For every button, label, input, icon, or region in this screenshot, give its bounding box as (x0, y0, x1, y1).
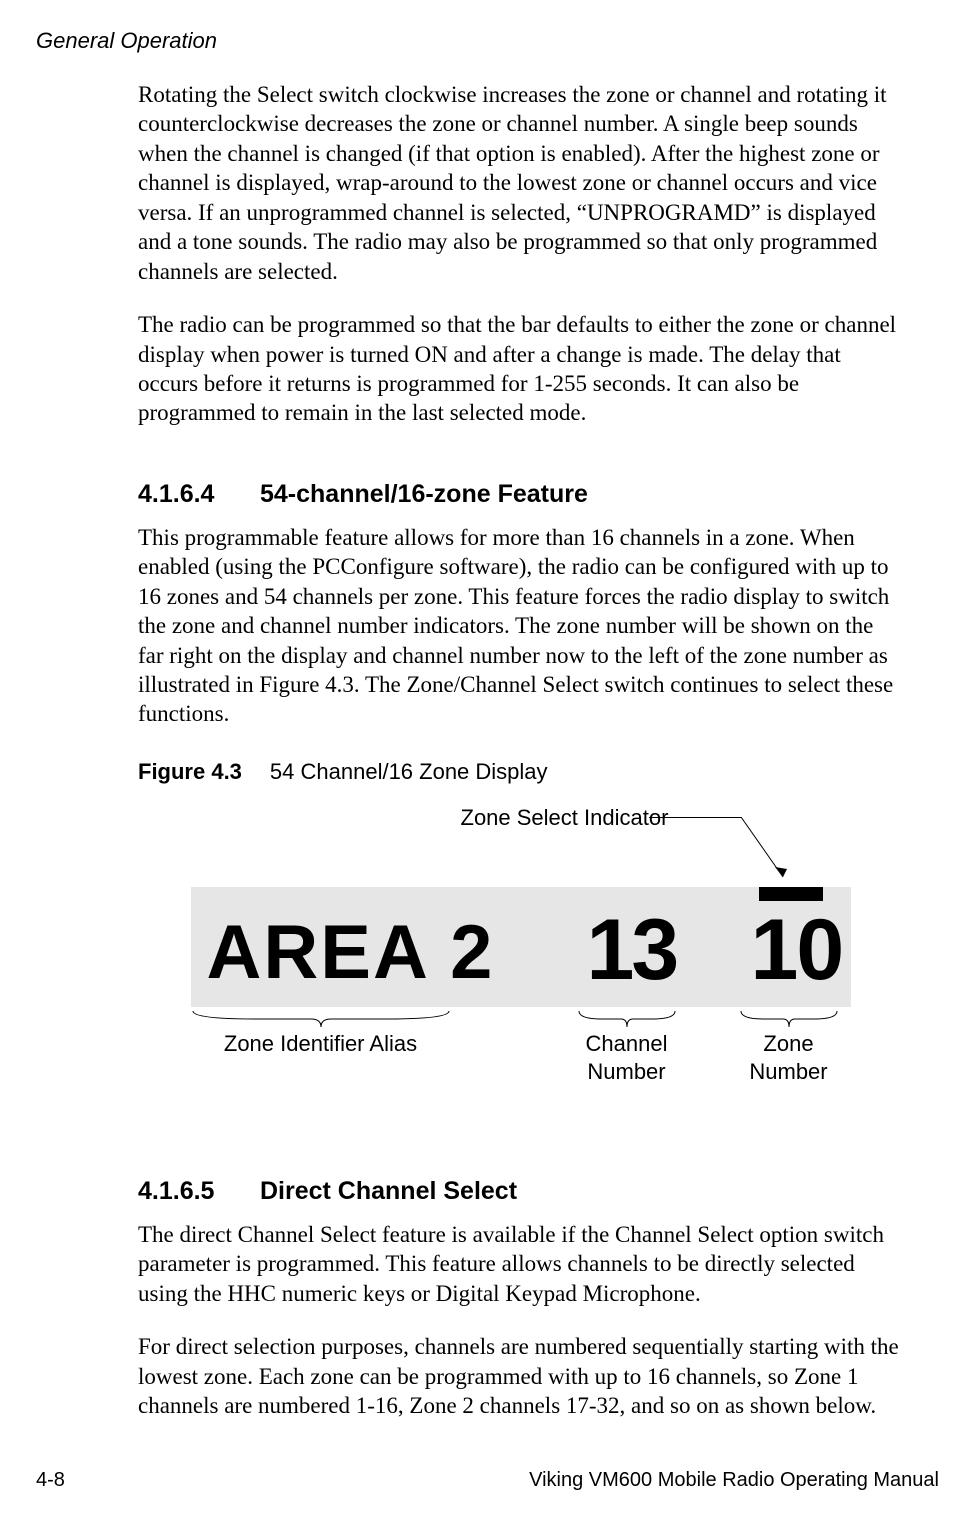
brace-zone-alias: Zone Identifier Alias (191, 1009, 451, 1057)
paragraph-1: Rotating the Select switch clockwise inc… (138, 80, 903, 286)
section-heading-4-1-6-5: 4.1.6.5Direct Channel Select (138, 1177, 903, 1206)
brace-zone: Zone Number (739, 1009, 839, 1086)
lcd-zone-number: 10 (751, 901, 843, 1000)
book-title: Viking VM600 Mobile Radio Operating Manu… (529, 1469, 939, 1492)
figure-caption-4-3: Figure 4.3 54 Channel/16 Zone Display (138, 759, 903, 785)
section-4-1-6-5-body-2: For direct selection purposes, channels … (138, 1332, 903, 1420)
lcd-zone-alias: AREA 2 (207, 909, 495, 996)
lcd-channel-number: 13 (587, 901, 677, 1000)
zone-select-indicator-bar (759, 887, 823, 901)
brace-icon (739, 1009, 839, 1029)
figure-title: 54 Channel/16 Zone Display (270, 759, 548, 784)
brace-label-zone-alias: Zone Identifier Alias (191, 1031, 451, 1057)
brace-icon (191, 1009, 451, 1029)
brace-channel: Channel Number (577, 1009, 677, 1086)
brace-label-zone-1: Zone (739, 1031, 839, 1057)
page-number: 4-8 (36, 1469, 65, 1492)
callout-arrow-icon (649, 817, 809, 897)
paragraph-2: The radio can be programmed so that the … (138, 310, 903, 428)
section-number: 4.1.6.4 (138, 480, 260, 509)
section-number: 4.1.6.5 (138, 1177, 260, 1206)
section-heading-4-1-6-4: 4.1.6.454-channel/16-zone Feature (138, 480, 903, 509)
section-4-1-6-4-body: This programmable feature allows for mor… (138, 523, 903, 729)
section-title: Direct Channel Select (260, 1177, 517, 1205)
brace-label-zone-2: Number (739, 1059, 839, 1085)
brace-label-channel-2: Number (577, 1059, 677, 1085)
lcd-display: AREA 2 13 10 (191, 887, 851, 1007)
section-4-1-6-5-body-1: The direct Channel Select feature is ava… (138, 1220, 903, 1308)
page: General Operation Rotating the Select sw… (0, 0, 975, 1520)
brace-label-channel-1: Channel (577, 1031, 677, 1057)
brace-icon (577, 1009, 677, 1029)
figure-number: Figure 4.3 (138, 759, 242, 784)
page-footer: 4-8 Viking VM600 Mobile Radio Operating … (36, 1469, 939, 1492)
figure-4-3: Zone Select Indicator AREA 2 13 10 Zone … (151, 805, 851, 1125)
section-title: 54-channel/16-zone Feature (260, 480, 588, 508)
callout-zone-select-indicator: Zone Select Indicator (461, 805, 669, 831)
running-header: General Operation (36, 28, 217, 54)
body-column: Rotating the Select switch clockwise inc… (138, 80, 903, 1445)
